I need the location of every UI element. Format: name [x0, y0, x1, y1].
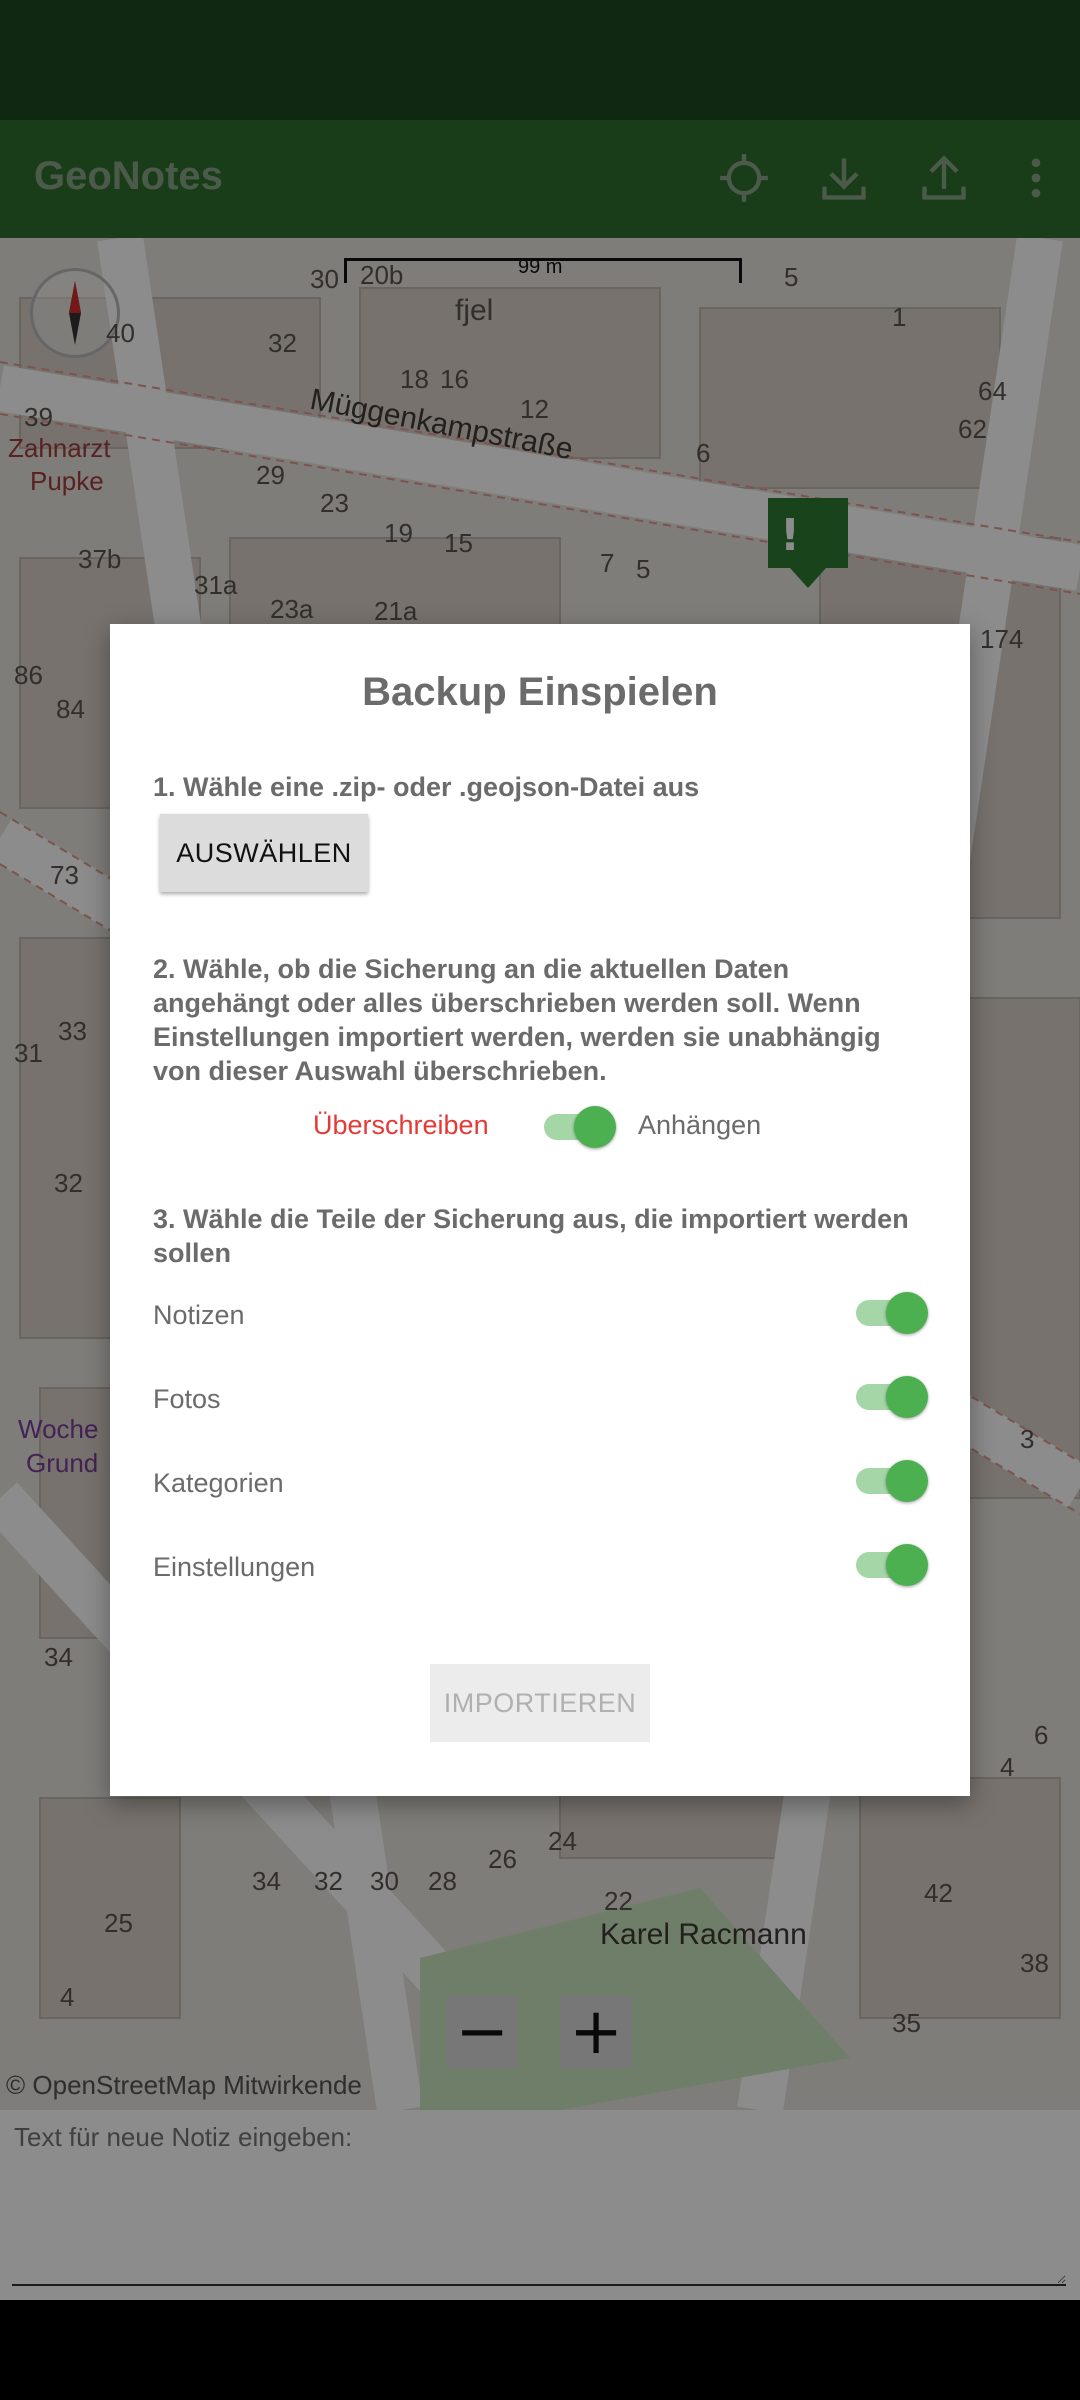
toggle-thumb: [886, 1292, 928, 1334]
dialog-title: Backup Einspielen: [362, 670, 718, 714]
option-label-fotos: Fotos: [153, 1384, 221, 1414]
option-label-notizen: Notizen: [153, 1300, 245, 1330]
choose-file-button[interactable]: AUSWÄHLEN: [160, 814, 368, 892]
option-toggle-notizen[interactable]: [852, 1290, 928, 1334]
import-button[interactable]: IMPORTIEREN: [430, 1664, 650, 1742]
mode-overwrite-label: Überschreiben: [313, 1110, 489, 1140]
mode-toggle[interactable]: [540, 1104, 616, 1148]
toggle-thumb: [886, 1376, 928, 1418]
toggle-thumb: [886, 1544, 928, 1586]
step-3-text: 3. Wähle die Teile der Sicherung aus, di…: [153, 1204, 909, 1268]
option-toggle-kategorien[interactable]: [852, 1458, 928, 1502]
toggle-thumb: [886, 1460, 928, 1502]
step-1-text: 1. Wähle eine .zip- oder .geojson-Datei …: [153, 772, 700, 802]
step-2-text: 2. Wähle, ob die Sicherung an die aktuel…: [153, 954, 881, 1086]
option-toggle-einstellungen[interactable]: [852, 1542, 928, 1586]
option-label-kategorien: Kategorien: [153, 1468, 284, 1498]
option-toggle-fotos[interactable]: [852, 1374, 928, 1418]
backup-dialog: Backup Einspielen 1. Wähle eine .zip- od…: [110, 624, 970, 1796]
toggle-thumb: [574, 1106, 616, 1148]
mode-append-label: Anhängen: [638, 1110, 762, 1140]
option-label-einstellungen: Einstellungen: [153, 1552, 316, 1582]
